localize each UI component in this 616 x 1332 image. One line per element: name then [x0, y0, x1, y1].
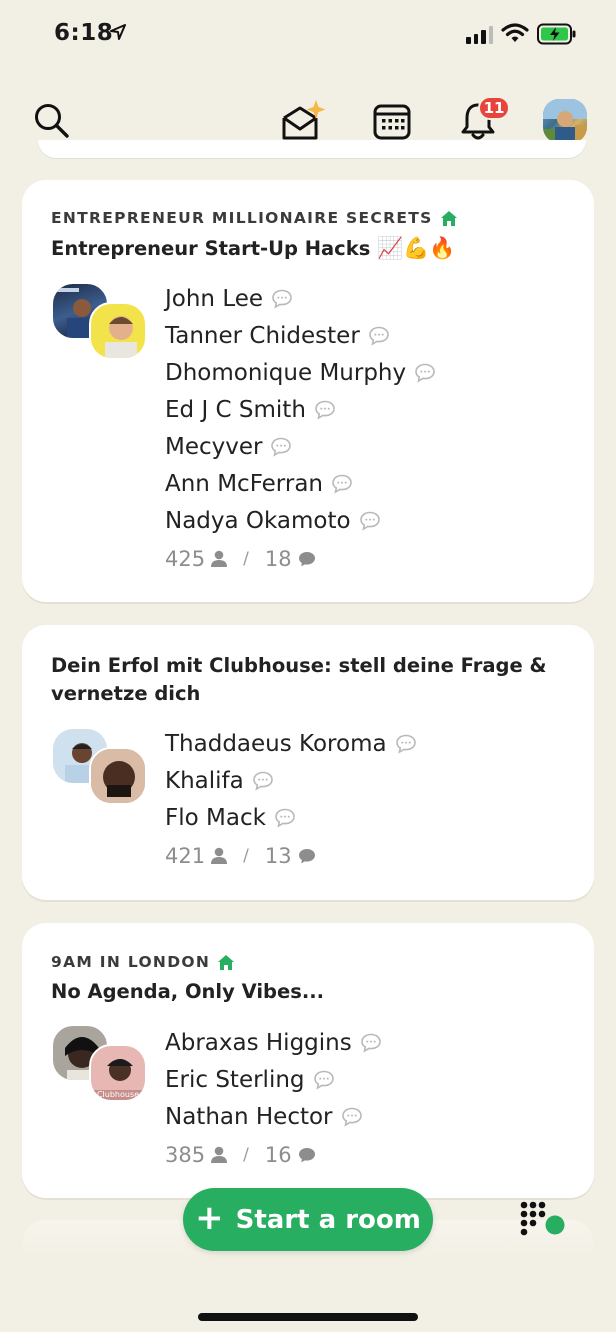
notification-count-badge: 11: [478, 96, 510, 120]
room-card[interactable]: Dein Erfol mit Clubhouse: stell deine Fr…: [22, 625, 594, 900]
plus-icon: +: [195, 1198, 224, 1238]
home-indicator[interactable]: [198, 1313, 418, 1321]
search-icon: [35, 104, 69, 138]
comment-icon: [298, 1148, 315, 1163]
speaker-avatars: [51, 727, 149, 807]
speaker-name: Dhomonique Murphy: [165, 354, 436, 391]
house-icon: [440, 210, 457, 226]
speech-bubble-icon: [252, 771, 273, 791]
start-room-button[interactable]: + Start a room: [183, 1188, 433, 1251]
comment-icon: [298, 849, 315, 864]
status-bar: 6:18: [0, 0, 616, 70]
room-title: Entrepreneur Start-Up Hacks 📈💪🔥: [51, 234, 554, 263]
speaker-name: Ann McFerran: [165, 465, 436, 502]
speaker-list: John Lee Tanner Chidester Dhomonique Mur…: [165, 280, 436, 576]
speaker-name: Khalifa: [165, 762, 417, 799]
comment-count: 18: [264, 547, 292, 571]
room-title-emoji: 📈💪🔥: [377, 236, 456, 260]
person-icon: [211, 847, 228, 864]
speech-bubble-icon: [313, 1070, 334, 1090]
room-title-text: Entrepreneur Start-Up Hacks: [51, 237, 371, 260]
speaker-name: Nathan Hector: [165, 1098, 382, 1135]
speech-bubble-icon: [415, 363, 435, 383]
profile-photo: [543, 99, 587, 143]
club-name-text: 9AM IN LONDON: [51, 953, 211, 971]
speech-bubble-icon: [275, 808, 295, 828]
club-name-text: ENTREPRENEUR MILLIONAIRE SECRETS: [51, 209, 433, 227]
grid-dots-icon[interactable]: [518, 1200, 570, 1240]
room-title: Dein Erfol mit Clubhouse: stell deine Fr…: [51, 654, 547, 705]
invite-envelope-icon: [282, 100, 326, 140]
start-room-label: Start a room: [235, 1204, 421, 1235]
speaker-name: Nadya Okamoto: [165, 502, 436, 539]
speaker-list: Abraxas Higgins Eric Sterling Nathan Hec…: [165, 1024, 382, 1172]
room-counts: 425 / 18: [165, 542, 436, 576]
room-counts: 385 / 16: [165, 1138, 382, 1172]
cellular-signal-icon: [466, 26, 493, 44]
person-icon: [211, 550, 228, 567]
location-arrow-icon: [110, 24, 126, 40]
comment-count: 13: [264, 844, 292, 868]
calendar-icon: [373, 104, 411, 140]
count-separator: /: [243, 1145, 249, 1165]
speaker-name: Thaddaeus Koroma: [165, 725, 417, 762]
avatar-club-caption: Clubhouse: [96, 1090, 140, 1099]
battery-charging-icon: [537, 23, 576, 45]
speaker-name: Tanner Chidester: [165, 317, 436, 354]
speech-bubble-icon: [395, 734, 416, 754]
room-card[interactable]: 9AM IN LONDON No Agenda, Only Vibes... C…: [22, 923, 594, 1198]
listener-count: 385: [165, 1143, 206, 1167]
speaker-avatar: [89, 747, 147, 805]
count-separator: /: [243, 549, 249, 569]
speaker-name: Ed J C Smith: [165, 391, 436, 428]
status-time: 6:18: [54, 20, 114, 46]
speaker-list: Thaddaeus Koroma Khalifa Flo Mack 421 / …: [165, 725, 417, 873]
listener-count: 421: [165, 844, 206, 868]
listener-count: 425: [165, 547, 206, 571]
club-name: 9AM IN LONDON: [51, 953, 235, 971]
speaker-name: Mecyver: [165, 428, 436, 465]
profile-avatar[interactable]: [543, 99, 587, 143]
speaker-avatar: Clubhouse: [89, 1044, 147, 1102]
speech-bubble-icon: [341, 1107, 362, 1127]
room-counts: 421 / 13: [165, 839, 417, 873]
speech-bubble-icon: [332, 474, 352, 494]
room-title: No Agenda, Only Vibes...: [51, 980, 325, 1003]
speech-bubble-icon: [368, 326, 389, 346]
speaker-name: Abraxas Higgins: [165, 1024, 382, 1061]
previous-room-card-edge: [38, 140, 586, 158]
speech-bubble-icon: [271, 437, 292, 457]
speech-bubble-icon: [359, 511, 380, 531]
speaker-avatars: Clubhouse: [51, 1024, 149, 1104]
comment-count: 16: [264, 1143, 292, 1167]
comment-icon: [298, 552, 315, 567]
speech-bubble-icon: [315, 400, 335, 420]
speech-bubble-icon: [360, 1033, 381, 1053]
speaker-avatars: [51, 282, 149, 362]
speech-bubble-icon: [272, 289, 292, 309]
speaker-avatar: [89, 302, 147, 360]
count-separator: /: [243, 846, 249, 866]
wifi-icon: [501, 23, 529, 42]
speaker-name: Eric Sterling: [165, 1061, 382, 1098]
speaker-name: Flo Mack: [165, 799, 417, 836]
club-name: ENTREPRENEUR MILLIONAIRE SECRETS: [51, 209, 457, 227]
person-icon: [211, 1146, 228, 1163]
house-icon: [218, 954, 235, 970]
speaker-name: John Lee: [165, 280, 436, 317]
room-card[interactable]: ENTREPRENEUR MILLIONAIRE SECRETS Entrepr…: [22, 180, 594, 602]
